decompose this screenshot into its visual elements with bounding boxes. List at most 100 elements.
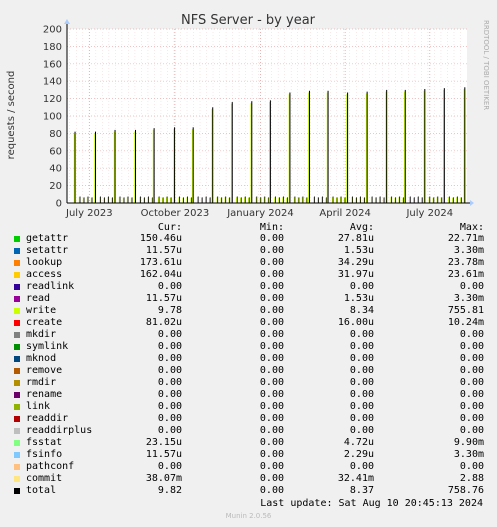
x-tick-label: October 2023 bbox=[141, 208, 210, 219]
legend-swatch bbox=[14, 380, 20, 386]
legend-label: readdirplus bbox=[26, 425, 93, 436]
legend-avg-value: 8.34 bbox=[349, 305, 374, 316]
legend-swatch bbox=[14, 452, 20, 458]
legend-min-value: 0.00 bbox=[259, 377, 284, 388]
legend-swatch bbox=[14, 332, 20, 338]
legend-avg-value: 0.00 bbox=[349, 389, 374, 400]
legend-avg-value: 0.00 bbox=[349, 377, 374, 388]
legend-cur-value: 0.00 bbox=[157, 329, 182, 340]
legend-label: readlink bbox=[26, 281, 75, 292]
legend-swatch bbox=[14, 356, 20, 362]
legend-label: remove bbox=[26, 365, 63, 376]
legend-row-pathconf: pathconf 0.00 0.00 0.00 0.00 bbox=[0, 461, 497, 473]
legend-row-link: link 0.00 0.00 0.00 0.00 bbox=[0, 401, 497, 413]
legend-min-value: 0.00 bbox=[259, 317, 284, 328]
legend-cur-value: 0.00 bbox=[157, 281, 182, 292]
legend-cur-value: 173.61u bbox=[139, 257, 182, 268]
legend-cur-value: 38.07m bbox=[145, 473, 182, 484]
legend-swatch bbox=[14, 368, 20, 374]
legend-swatch bbox=[14, 308, 20, 314]
legend-min-value: 0.00 bbox=[259, 461, 284, 472]
legend-min-value: 0.00 bbox=[259, 245, 284, 256]
legend-min-value: 0.00 bbox=[259, 269, 284, 280]
legend-swatch bbox=[14, 488, 20, 494]
legend-max-value: 755.81 bbox=[447, 305, 484, 316]
legend-label: symlink bbox=[26, 341, 69, 352]
y-tick-label: 100 bbox=[43, 112, 62, 123]
legend-min-value: 0.00 bbox=[259, 437, 284, 448]
y-tick-label: 80 bbox=[49, 129, 62, 140]
y-tick-label: 180 bbox=[43, 42, 62, 53]
legend-max-value: 758.76 bbox=[447, 485, 484, 496]
legend-label: mkdir bbox=[26, 329, 57, 340]
legend-row-mkdir: mkdir 0.00 0.00 0.00 0.00 bbox=[0, 329, 497, 341]
munin-version-text: Munin 2.0.56 bbox=[225, 512, 272, 520]
legend-swatch bbox=[14, 248, 20, 254]
legend-label: commit bbox=[26, 473, 63, 484]
legend-max-value: 0.00 bbox=[459, 341, 484, 352]
legend-avg-value: 1.53u bbox=[343, 245, 374, 256]
legend-label: setattr bbox=[26, 245, 69, 256]
legend-label: write bbox=[26, 305, 57, 316]
legend-cur-value: 9.78 bbox=[157, 305, 182, 316]
legend-avg-value: 31.97u bbox=[337, 269, 374, 280]
legend-row-rmdir: rmdir 0.00 0.00 0.00 0.00 bbox=[0, 377, 497, 389]
legend-label: getattr bbox=[26, 233, 69, 244]
legend-row-fsinfo: fsinfo 11.57u 0.00 2.29u 3.30m bbox=[0, 449, 497, 461]
x-tick-label: April 2024 bbox=[319, 208, 370, 219]
legend-min-value: 0.00 bbox=[259, 365, 284, 376]
legend-label: read bbox=[26, 293, 51, 304]
legend-cur-value: 0.00 bbox=[157, 413, 182, 424]
legend-cur-value: 11.57u bbox=[145, 293, 182, 304]
legend-cur-value: 0.00 bbox=[157, 401, 182, 412]
legend-cur-value: 0.00 bbox=[157, 461, 182, 472]
legend-min-value: 0.00 bbox=[259, 305, 284, 316]
legend-avg-value: 0.00 bbox=[349, 365, 374, 376]
legend-row-fsstat: fsstat 23.15u 0.00 4.72u 9.90m bbox=[0, 437, 497, 449]
legend-header-min: Min: bbox=[259, 222, 284, 233]
legend-label: access bbox=[26, 269, 63, 280]
x-tick-label: January 2024 bbox=[226, 208, 294, 219]
legend-max-value: 0.00 bbox=[459, 281, 484, 292]
legend-min-value: 0.00 bbox=[259, 233, 284, 244]
legend-avg-value: 4.72u bbox=[343, 437, 374, 448]
legend-max-value: 0.00 bbox=[459, 353, 484, 364]
legend-avg-value: 1.53u bbox=[343, 293, 374, 304]
legend-swatch bbox=[14, 428, 20, 434]
y-tick-label: 0 bbox=[56, 199, 62, 210]
legend-row-mknod: mknod 0.00 0.00 0.00 0.00 bbox=[0, 353, 497, 365]
legend-max-value: 3.30m bbox=[453, 449, 484, 460]
legend-swatch bbox=[14, 416, 20, 422]
chart-title: NFS Server - by year bbox=[181, 13, 316, 28]
legend-label: pathconf bbox=[26, 461, 75, 472]
legend-swatch bbox=[14, 284, 20, 290]
legend-swatch bbox=[14, 440, 20, 446]
legend-swatch bbox=[14, 344, 20, 350]
legend-label: fsinfo bbox=[26, 449, 63, 460]
y-tick-label: 200 bbox=[43, 25, 62, 36]
legend-cur-value: 0.00 bbox=[157, 353, 182, 364]
legend-row-lookup: lookup 173.61u 0.00 34.29u 23.78m bbox=[0, 257, 497, 269]
legend-swatch bbox=[14, 392, 20, 398]
legend-label: mknod bbox=[26, 353, 57, 364]
legend-cur-value: 9.82 bbox=[157, 485, 182, 496]
legend-min-value: 0.00 bbox=[259, 449, 284, 460]
legend-max-value: 0.00 bbox=[459, 413, 484, 424]
legend-swatch bbox=[14, 404, 20, 410]
legend-min-value: 0.00 bbox=[259, 413, 284, 424]
legend-avg-value: 0.00 bbox=[349, 401, 374, 412]
legend-label: rmdir bbox=[26, 377, 57, 388]
legend-cur-value: 150.46u bbox=[139, 233, 182, 244]
legend-max-value: 22.71m bbox=[447, 233, 484, 244]
x-tick-label: July 2024 bbox=[405, 208, 453, 219]
y-tick-label: 160 bbox=[43, 59, 62, 70]
legend-max-value: 3.30m bbox=[453, 245, 484, 256]
legend-max-value: 9.90m bbox=[453, 437, 484, 448]
legend-label: lookup bbox=[26, 257, 63, 268]
legend-avg-value: 2.29u bbox=[343, 449, 374, 460]
legend-avg-value: 34.29u bbox=[337, 257, 374, 268]
legend-cur-value: 81.02u bbox=[145, 317, 182, 328]
y-tick-label: 60 bbox=[49, 146, 62, 157]
last-update-text: Last update: Sat Aug 10 20:45:13 2024 bbox=[260, 498, 483, 509]
legend-max-value: 0.00 bbox=[459, 401, 484, 412]
